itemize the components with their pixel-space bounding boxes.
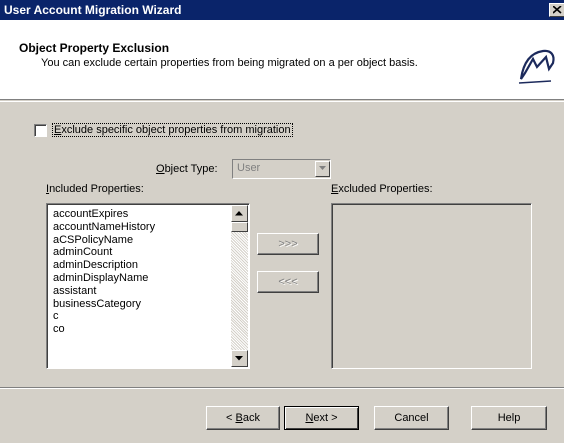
move-to-excluded-button[interactable]: >>> (257, 233, 319, 255)
close-button[interactable] (549, 3, 564, 17)
scroll-down-button[interactable] (231, 350, 248, 367)
object-type-select[interactable]: User (232, 159, 331, 179)
excluded-properties-list[interactable] (331, 203, 532, 369)
footer-divider-highlight (0, 388, 564, 389)
page-title: Object Property Exclusion (19, 41, 170, 55)
included-list-scrollbar[interactable] (231, 205, 248, 367)
included-properties-label: Included Properties: (46, 183, 144, 195)
list-item[interactable]: co (53, 323, 155, 336)
scroll-down-arrow-icon (235, 356, 243, 361)
close-icon (553, 6, 562, 14)
list-item[interactable]: accountExpires (53, 208, 155, 221)
next-button[interactable]: Next > (284, 406, 359, 430)
object-type-label: Object Type: (156, 163, 218, 175)
object-type-dropdown-button[interactable] (315, 161, 330, 177)
list-item[interactable]: c (53, 310, 155, 323)
back-button[interactable]: < Back (206, 406, 280, 430)
window-title: User Account Migration Wizard (4, 3, 182, 17)
help-button[interactable]: Help (471, 406, 547, 430)
wizard-logo-icon (511, 43, 558, 90)
list-item[interactable]: assistant (53, 285, 155, 298)
exclude-properties-label[interactable]: Exclude specific object properties from … (52, 123, 293, 137)
move-to-included-button[interactable]: <<< (257, 271, 319, 293)
header-divider (0, 101, 564, 102)
exclude-properties-checkbox[interactable] (34, 124, 47, 137)
list-item[interactable]: adminDisplayName (53, 272, 155, 285)
scroll-up-button[interactable] (231, 205, 248, 222)
wizard-header: Object Property Exclusion You can exclud… (0, 20, 564, 100)
list-item[interactable]: businessCategory (53, 298, 155, 311)
excluded-properties-label: Excluded Properties: (331, 183, 433, 195)
cancel-button[interactable]: Cancel (374, 406, 449, 430)
scrollbar-thumb[interactable] (231, 222, 248, 232)
title-bar: User Account Migration Wizard (0, 0, 564, 20)
list-item[interactable]: accountNameHistory (53, 221, 155, 234)
object-type-value: User (237, 162, 261, 174)
list-item[interactable]: adminDescription (53, 259, 155, 272)
list-item[interactable]: adminCount (53, 246, 155, 259)
scroll-up-arrow-icon (235, 211, 243, 216)
list-item[interactable]: aCSPolicyName (53, 234, 155, 247)
included-properties-list[interactable]: accountExpires accountNameHistory aCSPol… (46, 203, 250, 369)
page-description: You can exclude certain properties from … (41, 57, 418, 69)
chevron-down-icon (319, 166, 326, 170)
